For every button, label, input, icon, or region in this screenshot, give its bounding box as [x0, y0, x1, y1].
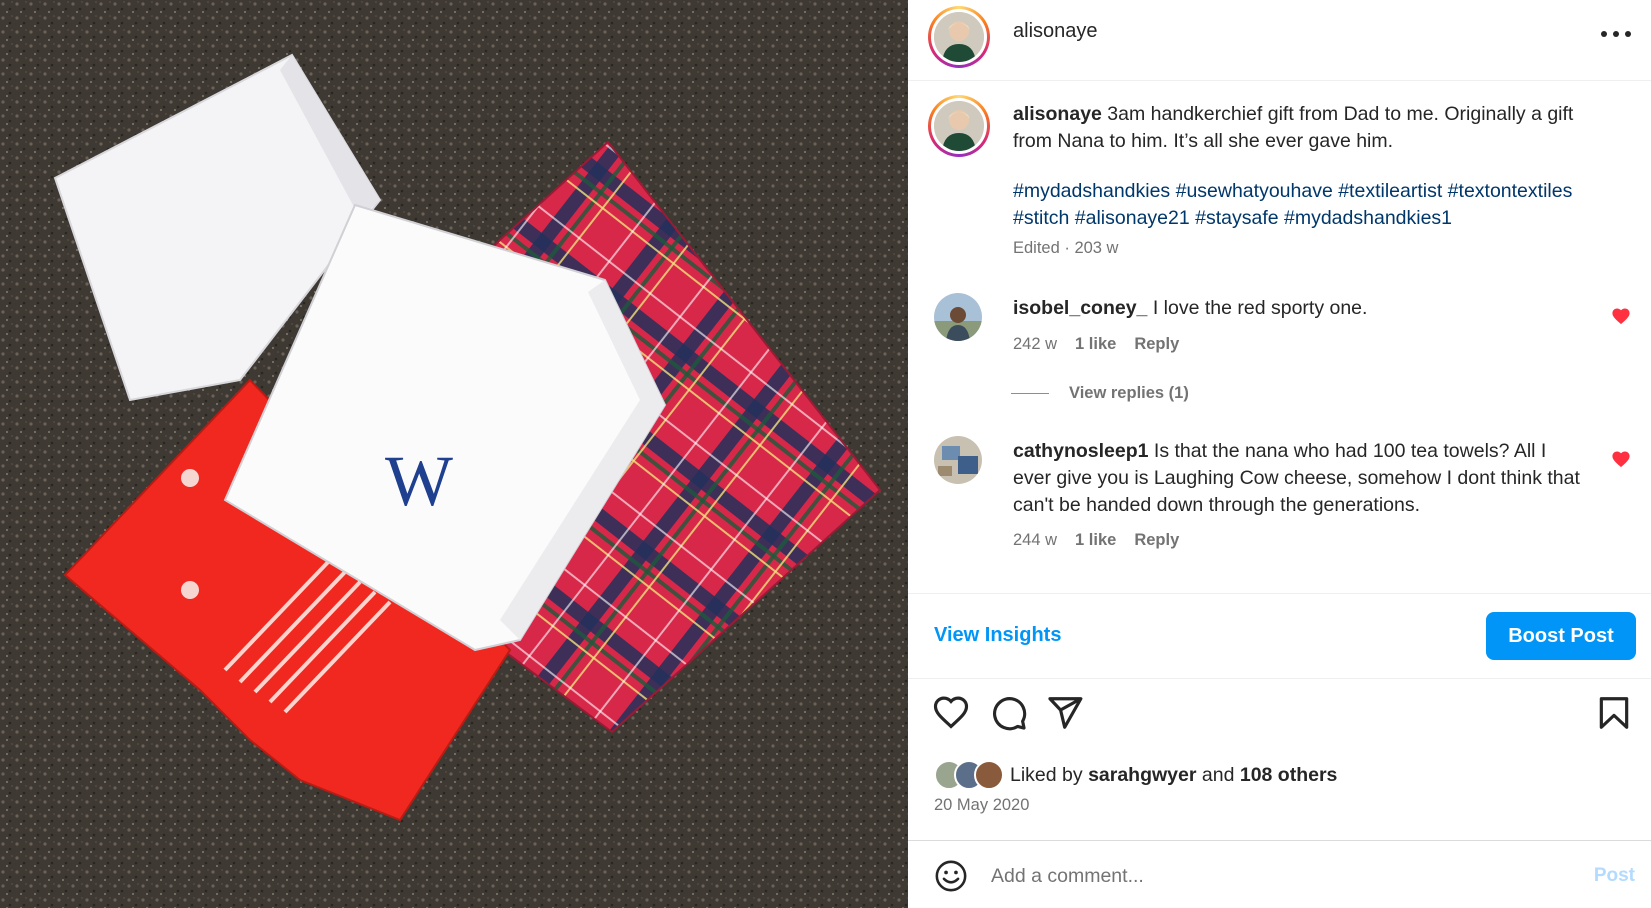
caption-hashtags[interactable]: #mydadshandkies #usewhatyouhave #textile… — [1013, 178, 1613, 232]
comment-heart-icon[interactable] — [1611, 450, 1631, 468]
comment-text: cathynosleep1 Is that the nana who had 1… — [1013, 438, 1583, 519]
comments-list: alisonaye 3am handkerchief gift from Dad… — [908, 81, 1651, 593]
photo-illustration: W — [0, 0, 908, 908]
author-username[interactable]: alisonaye — [1013, 20, 1098, 43]
post-date[interactable]: 20 May 2020 — [934, 796, 1029, 815]
caption-text: alisonaye 3am handkerchief gift from Dad… — [1013, 101, 1613, 155]
post-side-panel: alisonaye alisonaye 3am handkerchief gif… — [908, 0, 1651, 908]
replies-divider — [1011, 393, 1049, 394]
insights-bar: View Insights Boost Post — [908, 593, 1651, 679]
heart-icon[interactable] — [932, 694, 970, 732]
view-replies-button[interactable]: View replies (1) — [1011, 384, 1189, 403]
author-avatar[interactable] — [928, 6, 990, 68]
comment-likes[interactable]: 1 like — [1075, 335, 1116, 354]
comment-meta: 242 w 1 like Reply — [1013, 335, 1179, 354]
emoji-icon[interactable] — [934, 859, 968, 893]
post-header: alisonaye — [908, 0, 1651, 81]
comment-username[interactable]: cathynosleep1 — [1013, 440, 1148, 462]
commenter-avatar[interactable] — [934, 293, 982, 341]
reply-button[interactable]: Reply — [1134, 335, 1179, 354]
liked-by-row: Liked by sarahgwyer and 108 others — [934, 760, 1337, 790]
caption-username[interactable]: alisonaye — [1013, 103, 1102, 125]
post-photo[interactable]: W — [0, 0, 908, 908]
add-comment-bar: Post — [908, 840, 1651, 908]
comment-age: 244 w — [1013, 531, 1058, 549]
caption-meta: Edited · 203 w — [1013, 239, 1119, 257]
comment-meta: 244 w 1 like Reply — [1013, 531, 1179, 550]
comment-icon[interactable] — [990, 694, 1028, 732]
liked-by-text: Liked by sarahgwyer and 108 others — [1010, 764, 1337, 787]
liked-by-prefix: Liked by — [1010, 763, 1089, 786]
liker-avatar — [974, 760, 1004, 790]
instagram-post-view: W alisonaye alisonaye 3am handkerchief g… — [0, 0, 1651, 908]
send-icon[interactable] — [1046, 694, 1084, 732]
monogram-letter: W — [385, 441, 453, 521]
comment-likes[interactable]: 1 like — [1075, 531, 1116, 550]
reply-button[interactable]: Reply — [1134, 531, 1179, 550]
liked-by-and: and — [1196, 763, 1240, 786]
boost-post-button[interactable]: Boost Post — [1486, 612, 1636, 660]
view-insights-link[interactable]: View Insights — [934, 624, 1061, 647]
view-replies-label: View replies (1) — [1069, 384, 1189, 402]
liker-avatars[interactable] — [934, 760, 1006, 790]
more-horizontal-icon[interactable] — [1601, 24, 1631, 44]
post-actions: Liked by sarahgwyer and 108 others 20 Ma… — [908, 680, 1651, 840]
comment-heart-icon[interactable] — [1611, 307, 1631, 325]
caption-avatar[interactable] — [928, 95, 990, 157]
comment-age: 242 w — [1013, 335, 1058, 353]
post-comment-button[interactable]: Post — [1594, 865, 1635, 887]
likes-count-link[interactable]: 108 others — [1240, 764, 1338, 786]
liker-username[interactable]: sarahgwyer — [1088, 764, 1196, 786]
comment-input[interactable] — [991, 859, 1551, 893]
comment-body: I love the red sporty one. — [1147, 297, 1368, 319]
commenter-avatar[interactable] — [934, 436, 982, 484]
comment-text: isobel_coney_ I love the red sporty one. — [1013, 295, 1583, 322]
comment-username[interactable]: isobel_coney_ — [1013, 297, 1147, 319]
bookmark-icon[interactable] — [1595, 694, 1633, 732]
